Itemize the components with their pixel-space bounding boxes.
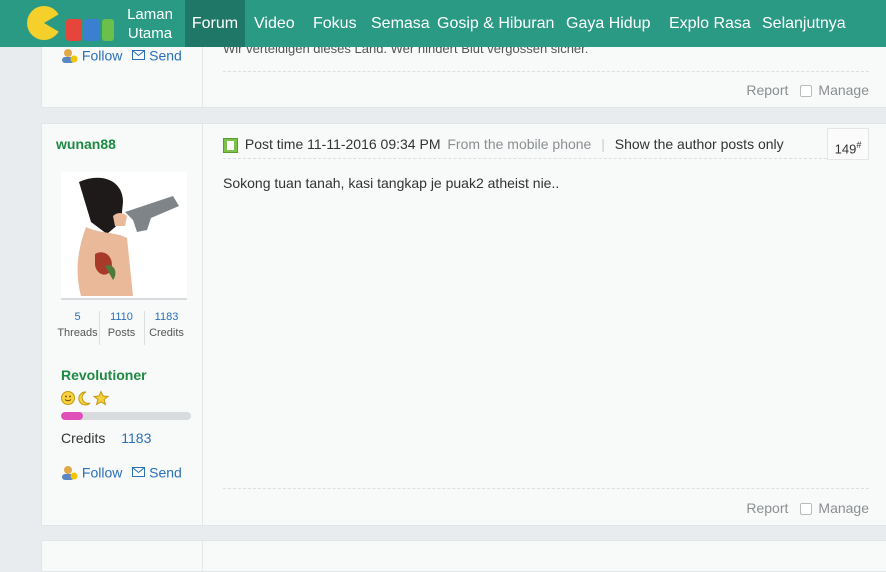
side-divider [202,124,203,525]
mail-icon [132,50,146,61]
manage-label: Manage [818,500,869,516]
stat-credits[interactable]: 1183 Credits [145,311,188,339]
stat-threads[interactable]: 5 Threads [56,311,99,339]
stat-threads-value: 5 [74,311,81,323]
follow-row: Follow Send [61,463,182,480]
side-divider [202,541,203,571]
author-username[interactable]: wunan88 [56,136,116,152]
nav-explo-rasa[interactable]: Explo Rasa [669,0,751,47]
floor-mark: # [856,140,862,150]
post-floor-number[interactable]: 149# [827,128,869,160]
author-avatar[interactable] [61,172,187,300]
follow-icon [62,48,78,63]
prev-follow-link[interactable]: Follow [82,47,122,63]
nav-video[interactable]: Video [254,0,295,47]
prev-report-link[interactable]: Report [746,82,788,98]
nav-home[interactable]: Laman Utama [118,5,182,43]
report-row: Report Manage [746,500,869,516]
prev-report-row: Report Manage [746,82,869,98]
rank-progress-fill [61,412,84,420]
credits-value[interactable]: 1183 [121,430,151,446]
credits-label: Credits [61,430,106,446]
post-time: Post time 11-11-2016 09:34 PM [244,136,441,152]
next-post [41,540,886,572]
manage-checkbox[interactable] [800,503,813,516]
author-stats: 5 Threads 1110 Posts 1183 Credits [56,311,186,351]
post-source: From the mobile phone [447,136,592,152]
stat-threads-label: Threads [57,327,98,339]
prev-manage-checkbox[interactable] [800,85,813,98]
nav-semasa[interactable]: Semasa [371,0,430,47]
floor-number: 149 [834,141,857,157]
post-body: Sokong tuan tanah, kasi tangkap je puak2… [223,175,560,191]
send-link[interactable]: Send [149,464,182,480]
rank-progress-bar [61,412,191,420]
nav-home-line2: Utama [127,25,173,42]
follow-link[interactable]: Follow [82,464,122,480]
prev-post-divider [223,71,869,72]
stat-credits-value: 1183 [154,311,179,323]
post-status-icon [223,137,238,153]
post-header-divider [223,158,827,159]
post-card: wunan88 5 Threads 1110 Posts 1183 Credit… [41,123,886,526]
meta-separator: | [601,136,605,152]
prev-follow-row: Follow Send [61,46,182,63]
stat-posts-label: Posts [107,327,136,339]
author-rank[interactable]: Revolutioner [61,367,147,383]
stat-credits-label: Credits [149,327,184,339]
post-meta-row: Post time 11-11-2016 09:34 PM From the m… [223,136,784,153]
nav-fokus[interactable]: Fokus [313,0,357,47]
nav-selanjutnya[interactable]: Selanjutnya [762,0,846,47]
rank-medals-icon [61,390,110,406]
top-nav: Laman Utama Forum Video Fokus Semasa Gos… [0,0,886,47]
nav-forum[interactable]: Forum [185,0,245,47]
mail-icon [132,467,146,478]
nav-gosip-hiburan[interactable]: Gosip & Hiburan [437,0,554,47]
prev-send-link[interactable]: Send [149,47,182,63]
site-logo[interactable] [24,3,116,45]
credits-row: Credits 1183 [61,430,151,446]
nav-home-line1: Laman [127,6,173,23]
report-link[interactable]: Report [746,500,788,516]
author-only-link[interactable]: Show the author posts only [615,136,784,152]
follow-icon [62,465,78,480]
nav-gaya-hidup[interactable]: Gaya Hidup [566,0,651,47]
post-footer-divider [223,488,869,489]
stat-posts[interactable]: 1110 Posts [100,311,143,339]
prev-manage-label: Manage [818,82,869,98]
stat-posts-value: 1110 [110,311,133,323]
